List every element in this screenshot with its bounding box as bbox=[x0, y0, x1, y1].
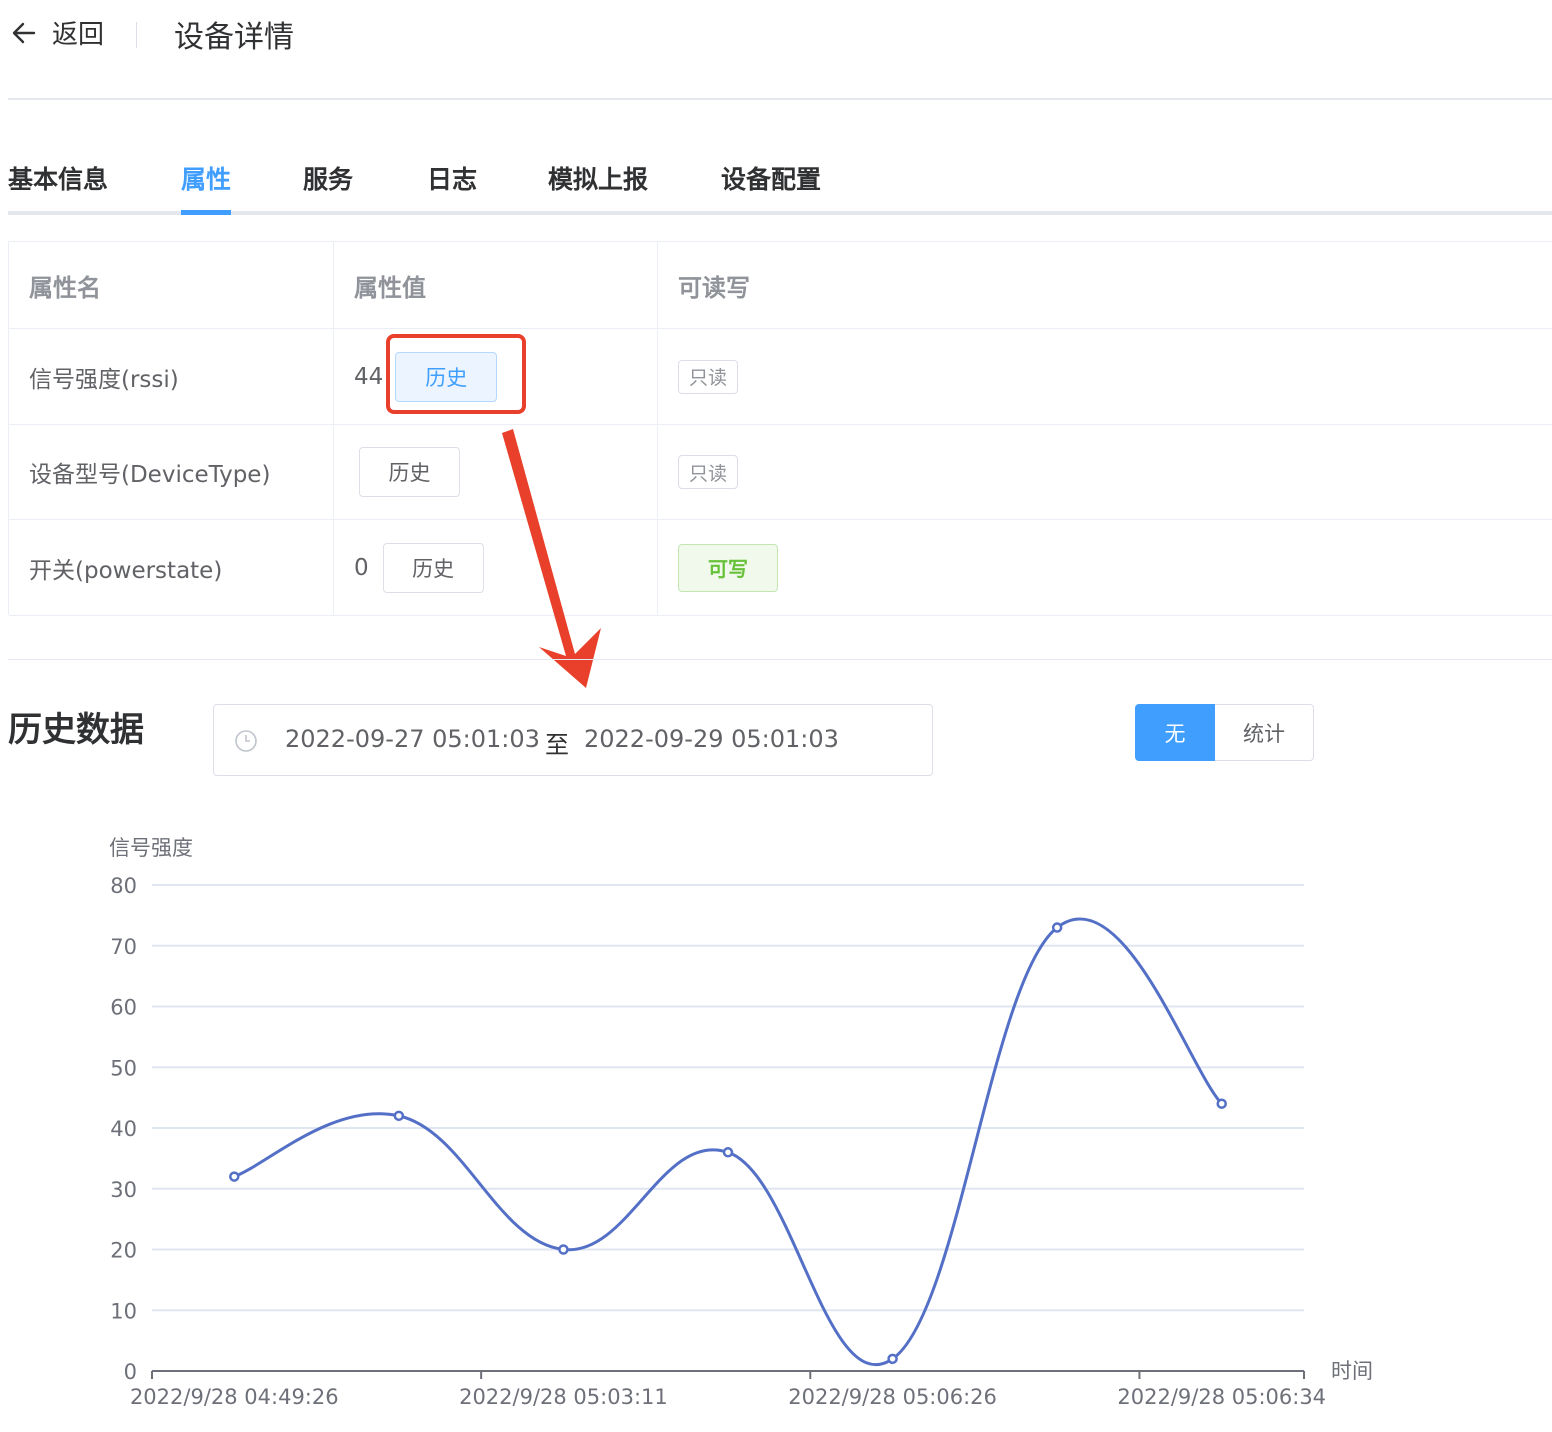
header-bottom-divider bbox=[8, 98, 1552, 100]
access-badge: 只读 bbox=[678, 455, 739, 489]
y-axis-title: 信号强度 bbox=[109, 836, 193, 860]
tab-bar: 基本信息 属性 服务 日志 模拟上报 设备配置 bbox=[8, 160, 1552, 216]
col-header-access: 可读写 bbox=[678, 273, 750, 302]
data-point bbox=[1051, 922, 1063, 933]
property-name: 开关(powerstate) bbox=[9, 520, 334, 615]
tab-basic-info[interactable]: 基本信息 bbox=[8, 160, 108, 196]
y-tick-label: 40 bbox=[110, 1117, 137, 1141]
property-name: 信号强度(rssi) bbox=[9, 329, 334, 424]
tab-logs[interactable]: 日志 bbox=[427, 160, 477, 196]
property-table: 属性名 属性值 可读写 信号强度(rssi) 44 历史 只读 设备型号(Dev… bbox=[8, 241, 1552, 616]
col-header-value: 属性值 bbox=[334, 242, 658, 328]
data-point bbox=[1216, 1098, 1227, 1109]
tab-services[interactable]: 服务 bbox=[303, 160, 353, 196]
date-range-picker[interactable]: 2022-09-27 05:01:03 至 2022-09-29 05:01:0… bbox=[213, 704, 933, 776]
range-start-input[interactable]: 2022-09-27 05:01:03 bbox=[285, 725, 540, 753]
property-value: 0 bbox=[354, 554, 369, 581]
mode-none-button[interactable]: 无 bbox=[1135, 704, 1215, 761]
access-cell: 可写 bbox=[658, 520, 1552, 615]
property-value: 44 bbox=[354, 363, 384, 390]
property-value-cell: 44 历史 bbox=[334, 329, 658, 424]
y-tick-label: 60 bbox=[110, 996, 137, 1020]
tab-properties[interactable]: 属性 bbox=[181, 160, 231, 196]
mode-stats-button[interactable]: 统计 bbox=[1215, 704, 1314, 761]
y-tick-label: 80 bbox=[110, 874, 137, 898]
tab-active-indicator bbox=[181, 210, 231, 215]
y-tick-label: 0 bbox=[124, 1360, 137, 1384]
x-axis-title: 时间 bbox=[1331, 1359, 1373, 1383]
y-tick-label: 70 bbox=[110, 935, 137, 959]
arrow-left-icon bbox=[12, 22, 36, 43]
history-line-chart: 0 10 20 30 40 50 60 70 80 2022/9/28 04:49:26 2022/… bbox=[109, 836, 1373, 1409]
range-separator: 至 bbox=[545, 731, 569, 759]
y-tick-label: 50 bbox=[110, 1056, 137, 1080]
series-line bbox=[233, 917, 1223, 1367]
table-row: 开关(powerstate) 0 历史 可写 bbox=[9, 520, 1552, 616]
x-tick-label: 2022/9/28 04:49:26 bbox=[130, 1385, 339, 1409]
property-value-cell: 历史 bbox=[334, 425, 658, 519]
property-name: 设备型号(DeviceType) bbox=[9, 425, 334, 519]
table-header-row: 属性名 属性值 可读写 bbox=[9, 242, 1552, 329]
data-point bbox=[722, 1147, 734, 1158]
header-divider bbox=[136, 22, 137, 48]
access-cell: 只读 bbox=[658, 425, 1552, 519]
tab-device-config[interactable]: 设备配置 bbox=[721, 160, 821, 196]
clock-icon bbox=[235, 730, 257, 752]
history-button-powerstate[interactable]: 历史 bbox=[382, 542, 484, 593]
y-tick-label: 10 bbox=[110, 1299, 137, 1323]
x-tick-label: 2022/9/28 05:06:26 bbox=[788, 1385, 997, 1409]
col-header-name: 属性名 bbox=[9, 242, 334, 328]
y-tick-label: 20 bbox=[110, 1239, 137, 1263]
history-button-rssi[interactable]: 历史 bbox=[395, 351, 498, 402]
access-cell: 只读 bbox=[658, 329, 1552, 424]
table-row: 设备型号(DeviceType) 历史 只读 bbox=[9, 425, 1552, 520]
x-tick-label: 2022/9/28 05:06:34 bbox=[1117, 1385, 1326, 1409]
data-point bbox=[887, 1353, 898, 1365]
history-button-devicetype[interactable]: 历史 bbox=[359, 447, 460, 497]
data-point bbox=[393, 1110, 405, 1122]
data-point bbox=[229, 1171, 240, 1182]
mode-toggle: 无 统计 bbox=[1135, 704, 1314, 761]
history-section-title: 历史数据 bbox=[8, 710, 144, 750]
tab-underline-track bbox=[8, 211, 1552, 215]
back-label: 返回 bbox=[52, 20, 105, 50]
x-tick-label: 2022/9/28 05:03:11 bbox=[459, 1385, 668, 1409]
tab-simulate-report[interactable]: 模拟上报 bbox=[548, 160, 648, 196]
data-point bbox=[558, 1244, 569, 1255]
section-divider bbox=[8, 659, 1552, 660]
range-end-input[interactable]: 2022-09-29 05:01:03 bbox=[584, 725, 839, 753]
back-button[interactable]: 返回 bbox=[10, 14, 104, 51]
page-title: 设备详情 bbox=[174, 20, 294, 55]
y-tick-label: 30 bbox=[110, 1178, 137, 1202]
access-badge-writable: 可写 bbox=[678, 543, 778, 592]
access-badge: 只读 bbox=[678, 359, 739, 394]
property-value-cell: 0 历史 bbox=[334, 520, 658, 615]
table-row: 信号强度(rssi) 44 历史 只读 bbox=[9, 329, 1552, 425]
